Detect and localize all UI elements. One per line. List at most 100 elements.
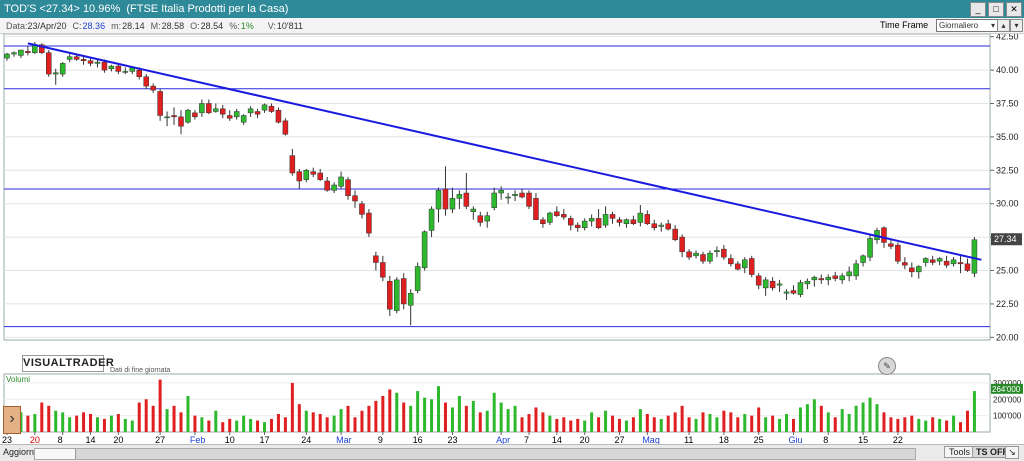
volume-bar bbox=[269, 418, 273, 432]
candle-body bbox=[317, 172, 323, 180]
candle-body bbox=[25, 51, 31, 53]
candle-body bbox=[428, 208, 435, 231]
candle-body bbox=[498, 190, 504, 194]
candle-body bbox=[442, 188, 449, 210]
candle-body bbox=[491, 192, 497, 208]
price-pane bbox=[3, 34, 991, 341]
candle-body bbox=[18, 49, 24, 56]
volume-bar bbox=[416, 391, 420, 432]
candle-body bbox=[679, 236, 685, 253]
volume-bar bbox=[534, 407, 538, 432]
candle-body bbox=[568, 218, 574, 226]
candle-body bbox=[80, 59, 87, 61]
volume-bar bbox=[457, 396, 461, 432]
volume-bar bbox=[562, 417, 566, 432]
volume-bar bbox=[548, 415, 552, 432]
candle-body bbox=[609, 214, 616, 219]
candle-body bbox=[916, 266, 922, 273]
volume-bar bbox=[847, 414, 851, 432]
volume-bar bbox=[638, 409, 642, 432]
x-axis-label: 11 bbox=[684, 435, 693, 444]
candle-body bbox=[220, 108, 226, 115]
candle-body bbox=[672, 228, 678, 241]
nav-down-button[interactable]: ▾ bbox=[1010, 19, 1023, 32]
close-value: 28.36 bbox=[82, 20, 106, 31]
volume-bar bbox=[569, 420, 573, 432]
pct-label: %: bbox=[229, 20, 240, 31]
volume-bar bbox=[47, 405, 51, 432]
x-axis-label: 17 bbox=[260, 435, 270, 444]
candle-body bbox=[449, 198, 456, 210]
price-axis-label: 20.00 bbox=[996, 332, 1019, 342]
volume-bar bbox=[464, 405, 468, 432]
nav-up-button[interactable]: ▴ bbox=[997, 19, 1010, 32]
candle-body bbox=[380, 262, 386, 278]
candle-body bbox=[665, 223, 671, 230]
volume-bar bbox=[332, 415, 336, 432]
time-scrollbar[interactable] bbox=[34, 448, 916, 460]
x-axis-label: 16 bbox=[413, 435, 423, 444]
volume-bar bbox=[701, 412, 705, 432]
volume-bar bbox=[193, 415, 197, 432]
volume-bar bbox=[263, 422, 267, 432]
data-source-note: Dati di fine giornata bbox=[110, 367, 171, 374]
volume-value: 10'811 bbox=[276, 20, 303, 31]
candle-body bbox=[804, 280, 811, 285]
volume-bar bbox=[471, 400, 475, 432]
volume-bar bbox=[527, 414, 531, 432]
volume-bar bbox=[346, 405, 350, 432]
expand-arrow-button[interactable]: › bbox=[3, 406, 21, 434]
candle-body bbox=[950, 259, 957, 265]
candle-body bbox=[359, 203, 365, 215]
volume-bar bbox=[812, 399, 816, 432]
volume-bar bbox=[40, 402, 44, 432]
volume-bar bbox=[659, 418, 663, 432]
minimize-button[interactable]: _ bbox=[970, 2, 986, 17]
volume-bar bbox=[861, 402, 865, 432]
maximize-button[interactable]: □ bbox=[988, 2, 1004, 17]
candle-body bbox=[66, 56, 73, 60]
candle-body bbox=[526, 192, 532, 207]
volume-bar bbox=[798, 407, 802, 432]
candle-body bbox=[414, 266, 421, 291]
candle-body bbox=[846, 271, 852, 277]
volume-bar bbox=[485, 410, 489, 432]
candle-body bbox=[595, 218, 602, 229]
x-axis-label: Feb bbox=[190, 435, 206, 444]
corner-resize-button[interactable]: ↘ bbox=[1005, 446, 1019, 459]
volume-bar bbox=[61, 412, 65, 432]
volume-bar bbox=[26, 415, 30, 432]
volume-bar bbox=[360, 410, 364, 432]
candle-body bbox=[512, 194, 518, 196]
candle-body bbox=[922, 258, 929, 263]
scrollbar-thumb[interactable] bbox=[35, 449, 76, 459]
volume-bar bbox=[938, 418, 942, 432]
volume-bar bbox=[200, 417, 204, 432]
volume-bar bbox=[666, 415, 670, 432]
x-axis-label: 15 bbox=[858, 435, 868, 444]
candle-body bbox=[742, 259, 748, 269]
volume-bar bbox=[165, 409, 169, 432]
volume-bar bbox=[694, 418, 698, 432]
candle-body bbox=[971, 239, 978, 274]
candle-body bbox=[762, 279, 769, 289]
candle-body bbox=[94, 61, 101, 64]
tools-button[interactable]: Tools bbox=[944, 446, 976, 458]
candle-body bbox=[547, 212, 553, 223]
price-chart[interactable]: 42.5040.0037.5035.0032.5030.0027.5025.00… bbox=[0, 34, 1024, 444]
candle-body bbox=[902, 262, 908, 266]
tag-icon[interactable]: ✎ bbox=[878, 357, 896, 375]
volume-bar bbox=[151, 405, 155, 432]
volume-bar bbox=[903, 417, 907, 432]
x-axis-label: Apr bbox=[496, 435, 510, 444]
volume-bar bbox=[722, 410, 726, 432]
volume-bar bbox=[186, 396, 190, 432]
candle-body bbox=[735, 263, 741, 270]
candle-body bbox=[797, 282, 804, 295]
x-axis-label: 27 bbox=[614, 435, 624, 444]
volume-bar bbox=[116, 414, 120, 432]
close-button[interactable]: ✕ bbox=[1006, 2, 1022, 17]
volume-bar bbox=[952, 415, 956, 432]
timeframe-select[interactable]: Giornaliero bbox=[936, 19, 998, 32]
max-label: M: bbox=[150, 20, 161, 31]
